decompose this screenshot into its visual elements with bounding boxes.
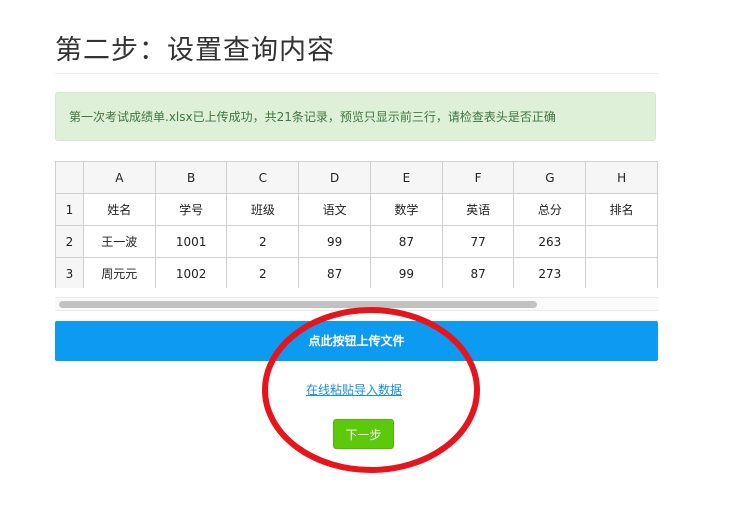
upload-success-alert: 第一次考试成绩单.xlsx已上传成功，共21条记录，预览只显示前三行，请检查表头… — [55, 92, 656, 141]
table-cell — [585, 225, 658, 258]
table-cell: 排名 — [585, 193, 658, 226]
column-header: B — [154, 161, 228, 194]
corner-cell — [55, 161, 84, 194]
table-cell: 总分 — [513, 193, 587, 226]
horizontal-scrollbar[interactable] — [55, 297, 658, 311]
scrollbar-thumb[interactable] — [59, 301, 537, 308]
column-header: F — [441, 161, 515, 194]
table-cell: 87 — [441, 257, 515, 288]
column-header: D — [298, 161, 371, 194]
page-title: 第二步：设置查询内容 — [55, 35, 335, 66]
paste-import-link[interactable]: 在线粘贴导入数据 — [306, 381, 402, 398]
column-header: H — [585, 161, 658, 194]
table-cell: 王一波 — [82, 225, 156, 258]
column-header: G — [513, 161, 587, 194]
table-cell: 姓名 — [82, 193, 156, 226]
row-number: 3 — [55, 257, 84, 288]
next-step-button[interactable]: 下一步 — [333, 419, 394, 449]
table-row: 2 王一波 1001 2 99 87 77 263 — [55, 225, 658, 258]
column-header: E — [369, 161, 443, 194]
table-cell: 87 — [369, 225, 443, 258]
row-number: 2 — [55, 225, 84, 258]
table-row: 3 周元元 1002 2 87 99 87 273 — [55, 257, 658, 288]
table-cell: 273 — [513, 257, 587, 288]
table-cell — [585, 257, 658, 288]
table-cell: 99 — [369, 257, 443, 288]
title-divider — [55, 73, 658, 74]
table-cell: 学号 — [154, 193, 228, 226]
table-cell: 语文 — [298, 193, 371, 226]
table-row: 1 姓名 学号 班级 语文 数学 英语 总分 排名 — [55, 193, 658, 226]
table-cell: 2 — [226, 257, 300, 288]
preview-table: A B C D E F G H 1 姓名 学号 班级 语文 数学 英语 总分 排… — [55, 161, 658, 288]
column-header: C — [226, 161, 300, 194]
table-cell: 周元元 — [82, 257, 156, 288]
table-cell: 87 — [298, 257, 371, 288]
table-cell: 1002 — [154, 257, 228, 288]
column-header-row: A B C D E F G H — [55, 161, 658, 194]
table-cell: 77 — [441, 225, 515, 258]
column-header: A — [82, 161, 156, 194]
table-cell: 99 — [298, 225, 371, 258]
upload-file-button[interactable]: 点此按钮上传文件 — [55, 321, 658, 361]
table-cell: 数学 — [369, 193, 443, 226]
table-cell: 英语 — [441, 193, 515, 226]
table-cell: 2 — [226, 225, 300, 258]
table-cell: 班级 — [226, 193, 300, 226]
row-number: 1 — [55, 193, 84, 226]
spreadsheet-preview: A B C D E F G H 1 姓名 学号 班级 语文 数学 英语 总分 排… — [55, 161, 658, 288]
table-cell: 1001 — [154, 225, 228, 258]
table-cell: 263 — [513, 225, 587, 258]
